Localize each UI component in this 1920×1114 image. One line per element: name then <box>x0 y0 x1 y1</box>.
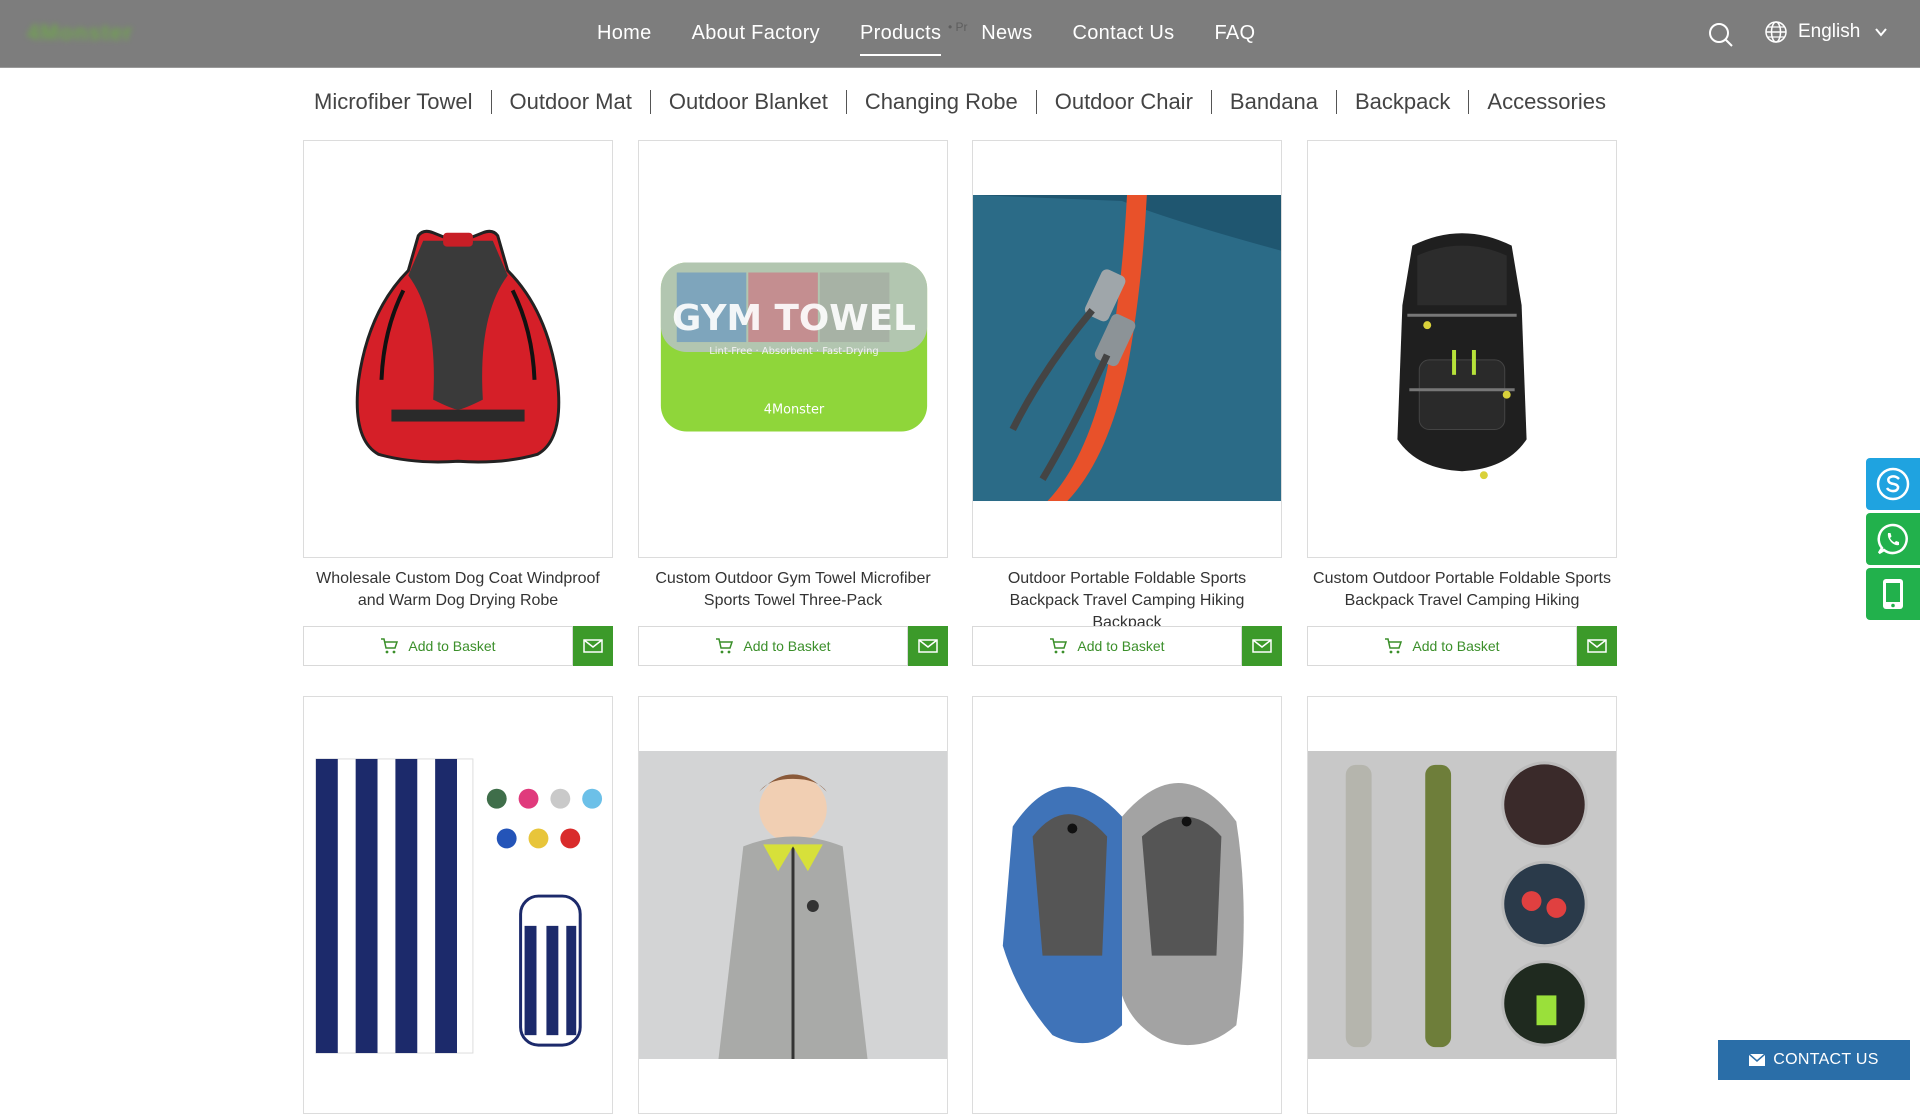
inquiry-mail-button[interactable] <box>1577 626 1617 666</box>
add-to-basket-button[interactable]: Add to Basket <box>1307 626 1577 666</box>
main-nav: Home About Factory Products News Contact… <box>577 0 1275 68</box>
search-icon[interactable] <box>1708 22 1734 48</box>
cart-icon <box>716 638 734 654</box>
nav-products[interactable]: Products <box>840 0 961 68</box>
product-image-striped-towel[interactable] <box>303 696 613 1114</box>
product-card[interactable]: Custom Outdoor Portable Foldable Sports … <box>1307 140 1617 666</box>
language-label: English <box>1798 21 1861 42</box>
breadcrumb-ghost: • Pr <box>948 20 968 34</box>
category-outdoor-blanket[interactable]: Outdoor Blanket <box>651 89 846 115</box>
mail-icon <box>1252 639 1272 653</box>
product-title[interactable]: Wholesale Custom Dog Coat Windproof and … <box>303 568 613 612</box>
category-accessories[interactable]: Accessories <box>1469 89 1624 115</box>
product-title[interactable]: Outdoor Portable Foldable Sports Backpac… <box>972 568 1282 631</box>
nav-faq[interactable]: FAQ <box>1194 0 1275 68</box>
contact-us-label: CONTACT US <box>1773 1051 1879 1068</box>
skype-icon <box>1876 467 1910 501</box>
nav-about-factory[interactable]: About Factory <box>672 0 840 68</box>
product-card[interactable] <box>638 696 948 1114</box>
product-image-hooded-towels[interactable] <box>972 696 1282 1114</box>
whatsapp-icon <box>1877 523 1908 555</box>
nav-contact-us[interactable]: Contact Us <box>1053 0 1195 68</box>
whatsapp-button[interactable] <box>1866 513 1920 565</box>
product-card[interactable]: Outdoor Portable Foldable Sports Backpac… <box>972 140 1282 666</box>
product-title[interactable]: Custom Outdoor Gym Towel Microfiber Spor… <box>638 568 948 612</box>
cart-icon <box>381 638 399 654</box>
category-nav: Microfiber Towel Outdoor Mat Outdoor Bla… <box>0 84 1920 120</box>
globe-icon <box>1765 21 1787 43</box>
inquiry-mail-button[interactable] <box>1242 626 1282 666</box>
category-backpack[interactable]: Backpack <box>1337 89 1468 115</box>
product-image-inflatable-tubes[interactable] <box>1307 696 1617 1114</box>
site-header: 4Monster Home About Factory Products New… <box>0 0 1920 68</box>
inquiry-mail-button[interactable] <box>573 626 613 666</box>
product-image-gym-towel[interactable]: GYM TOWEL Lint-Free · Absorbent · Fast-D… <box>638 140 948 558</box>
gym-towel-text: GYM TOWEL <box>672 298 916 339</box>
product-image-black-backpack[interactable] <box>1307 140 1617 558</box>
product-image-kid-changing-robe[interactable] <box>638 696 948 1114</box>
gym-towel-subtext: Lint-Free · Absorbent · Fast-Drying <box>709 346 878 357</box>
product-card[interactable] <box>1307 696 1617 1114</box>
product-card[interactable]: Wholesale Custom Dog Coat Windproof and … <box>303 140 613 666</box>
phone-button[interactable] <box>1866 568 1920 620</box>
gym-towel-brand: 4Monster <box>764 403 825 418</box>
product-title[interactable]: Custom Outdoor Portable Foldable Sports … <box>1307 568 1617 612</box>
language-selector[interactable]: English <box>1764 20 1888 44</box>
cart-icon <box>1050 638 1068 654</box>
add-to-basket-button[interactable]: Add to Basket <box>303 626 573 666</box>
mobile-phone-icon <box>1883 579 1903 609</box>
category-outdoor-chair[interactable]: Outdoor Chair <box>1037 89 1211 115</box>
add-to-basket-button[interactable]: Add to Basket <box>972 626 1242 666</box>
nav-home[interactable]: Home <box>577 0 672 68</box>
add-to-basket-button[interactable]: Add to Basket <box>638 626 908 666</box>
mail-icon <box>1587 639 1607 653</box>
site-logo[interactable]: 4Monster <box>27 16 132 50</box>
category-bandana[interactable]: Bandana <box>1212 89 1336 115</box>
envelope-icon <box>1749 1054 1766 1066</box>
mail-icon <box>583 639 603 653</box>
product-image-dog-coat[interactable] <box>303 140 613 558</box>
product-card[interactable]: GYM TOWEL Lint-Free · Absorbent · Fast-D… <box>638 140 948 666</box>
category-microfiber-towel[interactable]: Microfiber Towel <box>296 89 491 115</box>
product-card[interactable] <box>972 696 1282 1114</box>
nav-news[interactable]: News <box>961 0 1052 68</box>
inquiry-mail-button[interactable] <box>908 626 948 666</box>
skype-button[interactable] <box>1866 458 1920 510</box>
chevron-down-icon <box>1875 28 1888 37</box>
category-outdoor-mat[interactable]: Outdoor Mat <box>492 89 650 115</box>
category-changing-robe[interactable]: Changing Robe <box>847 89 1036 115</box>
product-image-backpack-zipper[interactable] <box>972 140 1282 558</box>
contact-us-bar[interactable]: CONTACT US <box>1718 1040 1910 1080</box>
cart-icon <box>1385 638 1403 654</box>
mail-icon <box>918 639 938 653</box>
product-card[interactable] <box>303 696 613 1114</box>
